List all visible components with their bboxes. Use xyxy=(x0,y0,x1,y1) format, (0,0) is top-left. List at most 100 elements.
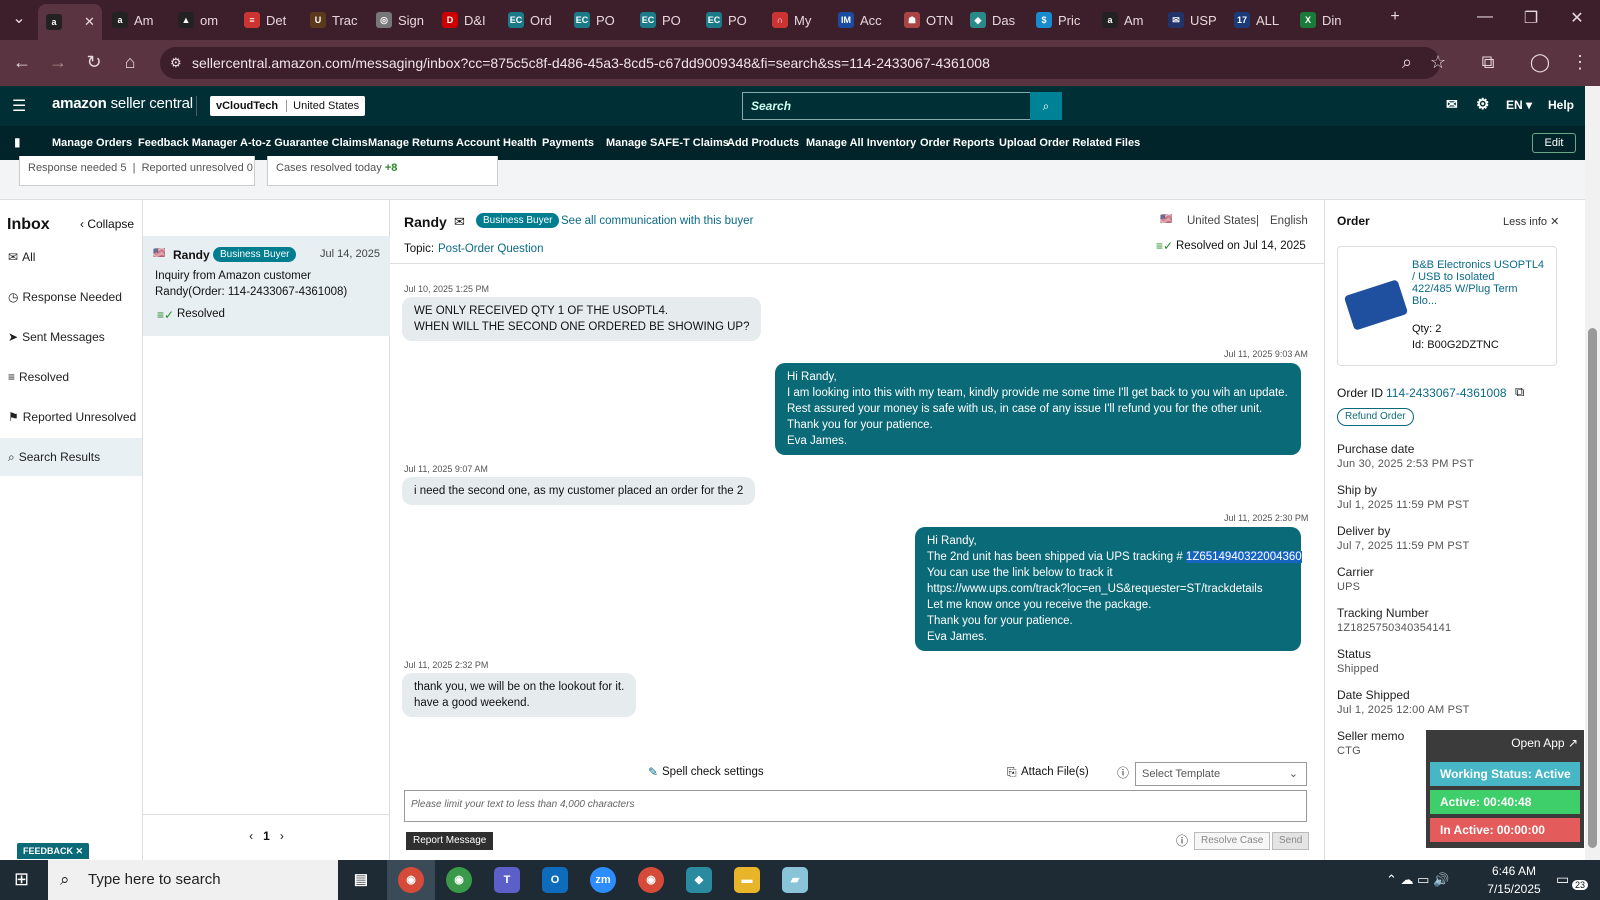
close-window-icon[interactable]: ✕ xyxy=(1562,8,1592,28)
chrome-profile-icon[interactable]: ◉ xyxy=(446,867,472,893)
system-tray-icons[interactable]: ⌃ ☁ ▭ 🔊 xyxy=(1386,872,1449,888)
collapse-button[interactable]: ‹ Collapse xyxy=(80,217,134,231)
extensions-icon[interactable]: ⧉ xyxy=(1476,52,1500,73)
teams-icon[interactable]: T xyxy=(494,867,520,893)
taskbar-date[interactable]: 7/15/2025 xyxy=(1484,882,1544,896)
back-icon[interactable]: ← xyxy=(10,52,34,73)
tab-search-icon[interactable]: ⌄ xyxy=(4,8,34,28)
chrome-icon[interactable]: ◉ xyxy=(398,867,424,893)
send-button[interactable]: Send xyxy=(1272,832,1310,850)
forward-icon[interactable]: → xyxy=(46,52,70,73)
browser-tab[interactable]: $ Pric xyxy=(1028,6,1092,34)
browser-tab[interactable]: EC PO xyxy=(698,6,762,34)
browser-tab[interactable]: a Am xyxy=(1094,6,1158,34)
bookmark-star-icon[interactable]: ☆ xyxy=(1426,52,1450,73)
paperclip-icon[interactable]: ⎘ xyxy=(1007,765,1017,780)
conversation-item[interactable]: 🇺🇸 Randy Business Buyer Jul 14, 2025 Inq… xyxy=(143,236,390,336)
browser-tab[interactable]: a ✕ xyxy=(38,4,102,40)
nav-item-reported-unresolved[interactable]: ⚑ Reported Unresolved xyxy=(0,398,142,436)
seller-central-logo[interactable]: amazon seller central xyxy=(52,95,193,112)
nav-item-search-results[interactable]: ⌕ Search Results xyxy=(0,438,142,476)
select-template-dropdown[interactable]: Select Template ⌄ xyxy=(1135,762,1307,786)
feedback-tab[interactable]: FEEDBACK ✕ xyxy=(17,843,90,859)
message-composer-input[interactable]: Please limit your text to less than 4,00… xyxy=(404,790,1307,822)
browser-tab[interactable]: ◆ Das xyxy=(962,6,1026,34)
browser-tab[interactable]: D D&I xyxy=(434,6,498,34)
notes-app-icon[interactable]: ▰ xyxy=(782,867,808,893)
page-scrollbar[interactable] xyxy=(1585,86,1600,860)
language-selector[interactable]: EN ▾ xyxy=(1506,98,1532,112)
less-info-button[interactable]: Less info ✕ xyxy=(1503,215,1559,228)
restore-icon[interactable]: ❐ xyxy=(1516,8,1546,28)
nav-item-sent-messages[interactable]: ➤ Sent Messages xyxy=(0,318,142,356)
reload-icon[interactable]: ↻ xyxy=(82,52,106,73)
browser-tab[interactable]: ✉ USP xyxy=(1160,6,1224,34)
url-field[interactable]: ⚙ sellercentral.amazon.com/messaging/inb… xyxy=(160,47,1440,79)
menu-item[interactable]: Feedback Manager xyxy=(138,137,237,149)
browser-tab[interactable]: ☗ OTN xyxy=(896,6,960,34)
menu-item[interactable]: Add Products xyxy=(727,137,799,149)
browser-tab[interactable]: ◎ Sign xyxy=(368,6,432,34)
app-diamond-icon[interactable]: ◆ xyxy=(686,867,712,893)
search-input[interactable]: Search xyxy=(742,92,1030,120)
menu-item[interactable]: Manage Orders xyxy=(52,137,132,149)
menu-item[interactable]: Order Reports xyxy=(920,137,995,149)
envelope-icon[interactable]: ✉ xyxy=(454,214,465,230)
next-page-icon[interactable]: › xyxy=(280,829,284,843)
browser-tab[interactable]: ▲ om xyxy=(170,6,234,34)
pencil-icon[interactable]: ✎ xyxy=(648,765,658,779)
home-icon[interactable]: ⌂ xyxy=(118,52,142,73)
browser-tab[interactable]: X Din xyxy=(1292,6,1356,34)
product-title-link[interactable]: B&B Electronics USOPTL4 / USB to Isolate… xyxy=(1412,259,1544,307)
browser-tab[interactable]: ≡ Det xyxy=(236,6,300,34)
search-icon[interactable]: ⌕ xyxy=(1030,92,1062,120)
edit-menu-button[interactable]: Edit xyxy=(1532,133,1576,153)
browser-tab[interactable]: EC PO xyxy=(632,6,696,34)
hamburger-icon[interactable]: ☰ xyxy=(12,96,26,116)
browser-tab[interactable]: EC PO xyxy=(566,6,630,34)
help-link[interactable]: Help xyxy=(1548,98,1574,112)
spell-check-settings-link[interactable]: Spell check settings xyxy=(662,766,764,778)
scrollbar-thumb[interactable] xyxy=(1588,328,1597,848)
close-tab-icon[interactable]: ✕ xyxy=(84,14,95,30)
browser-tab[interactable]: EC Ord xyxy=(500,6,564,34)
report-message-button[interactable]: Report Message xyxy=(406,832,494,850)
windows-start-icon[interactable]: ⊞ xyxy=(14,869,29,890)
notification-icon[interactable]: ▭ xyxy=(1556,871,1569,888)
zoom-icon[interactable]: zm xyxy=(590,867,616,893)
browser-tab[interactable]: ∩ My xyxy=(764,6,828,34)
bookmark-icon[interactable]: ▮ xyxy=(14,135,21,149)
browser-tab[interactable]: a Am xyxy=(104,6,168,34)
open-app-button[interactable]: Open App ↗ xyxy=(1511,736,1578,750)
nav-item-all[interactable]: ✉ All xyxy=(0,238,142,276)
order-id-link[interactable]: 114-2433067-4361008 xyxy=(1386,386,1507,400)
info-icon[interactable]: ⓘ xyxy=(1117,764,1129,781)
minimize-icon[interactable]: — xyxy=(1470,8,1500,26)
menu-item[interactable]: Manage SAFE-T Claims xyxy=(606,137,729,149)
menu-item[interactable]: Upload Order Related Files xyxy=(999,137,1140,149)
tracking-number-highlight[interactable]: 1Z6514940322004360 xyxy=(1185,551,1302,563)
topic-link[interactable]: Post-Order Question xyxy=(438,243,543,255)
nav-item-resolved[interactable]: ≡ Resolved xyxy=(0,358,142,396)
taskbar-search-input[interactable]: ⌕ Type here to search xyxy=(48,860,338,900)
taskbar-time[interactable]: 6:46 AM xyxy=(1484,864,1544,878)
refund-order-button[interactable]: Refund Order xyxy=(1337,408,1414,426)
file-explorer-icon[interactable]: ▬ xyxy=(734,867,760,893)
see-all-communication-link[interactable]: See all communication with this buyer xyxy=(561,215,753,227)
copy-icon[interactable]: ⧉ xyxy=(1515,384,1524,400)
current-page[interactable]: 1 xyxy=(263,829,270,843)
browser-tab[interactable]: 17 ALL xyxy=(1226,6,1290,34)
product-image[interactable] xyxy=(1343,279,1409,331)
attach-files-link[interactable]: Attach File(s) xyxy=(1021,766,1089,778)
browser-tab[interactable]: U Trac xyxy=(302,6,366,34)
gear-icon[interactable]: ⚙ xyxy=(1476,95,1489,113)
profile-icon[interactable]: ◯ xyxy=(1528,52,1552,73)
zoom-icon[interactable]: ⌕ xyxy=(1395,52,1419,73)
menu-item[interactable]: Manage Returns xyxy=(368,137,454,149)
info-icon[interactable]: ⓘ xyxy=(1176,832,1188,849)
chrome-alt-icon[interactable]: ◉ xyxy=(638,867,664,893)
menu-dots-icon[interactable]: ⋮ xyxy=(1568,52,1592,73)
menu-item[interactable]: Account Health xyxy=(456,137,537,149)
store-selector[interactable]: vCloudTech United States xyxy=(210,96,366,116)
menu-item[interactable]: Payments xyxy=(542,137,594,149)
